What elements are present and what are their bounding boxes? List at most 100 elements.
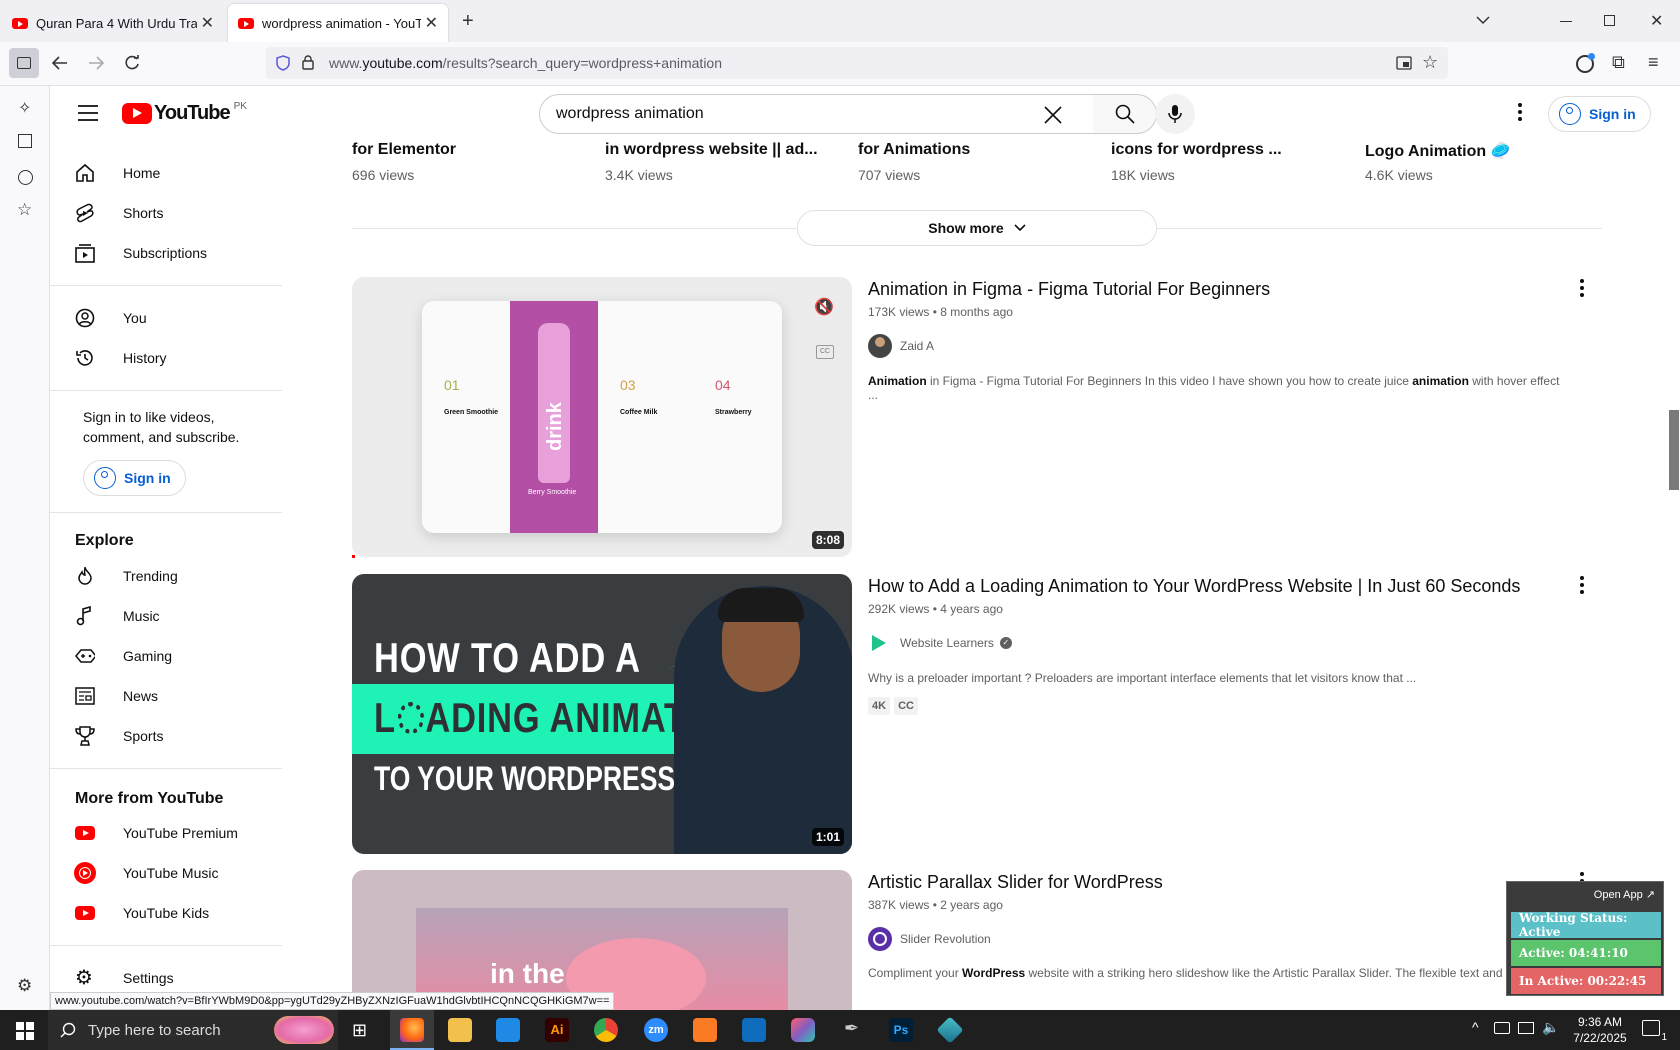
search-input[interactable]: wordpress animation: [539, 94, 1094, 134]
tab-list-chevron-icon[interactable]: [1476, 16, 1490, 25]
short-card-title[interactable]: for Elementor: [352, 141, 456, 159]
ai-chat-icon[interactable]: ✧: [18, 98, 31, 118]
new-tab-icon[interactable]: +: [462, 10, 474, 33]
guide-item-youtube-music[interactable]: YouTube Music: [50, 853, 282, 893]
short-card-title[interactable]: for Animations: [858, 141, 970, 159]
guide-item-trending[interactable]: Trending: [50, 556, 282, 596]
video-description: Animation in Figma - Figma Tutorial For …: [868, 374, 1560, 402]
tray-chevron-up-icon[interactable]: ^: [1472, 1019, 1479, 1035]
photoshop-icon[interactable]: Ps: [889, 1018, 913, 1042]
video-duration: 8:08: [811, 531, 844, 549]
video-options-kebab-icon[interactable]: [1580, 576, 1584, 597]
short-card-title[interactable]: icons for wordpress ...: [1111, 141, 1282, 159]
guide-sign-in-button[interactable]: Sign in: [83, 460, 186, 496]
illustrator-icon[interactable]: Ai: [545, 1018, 569, 1042]
guide-item-home[interactable]: Home: [50, 153, 282, 193]
tracking-shield-icon[interactable]: [276, 55, 290, 71]
photos-icon[interactable]: [791, 1018, 815, 1042]
account-icon[interactable]: [1576, 53, 1595, 73]
voice-search-button[interactable]: [1155, 94, 1195, 134]
page-scrollbar[interactable]: [1666, 86, 1680, 1010]
windows-start-icon[interactable]: [16, 1022, 34, 1040]
taskbar-search-box[interactable]: Type here to search: [48, 1010, 338, 1050]
tray-app-icon[interactable]: [1494, 1022, 1510, 1034]
video-thumbnail[interactable]: HOW TO ADD A L ADING ANIMATION TO YOUR W…: [352, 574, 852, 854]
guide-item-you[interactable]: You: [50, 298, 282, 338]
open-app-link[interactable]: Open App ↗: [1594, 888, 1655, 901]
hamburger-menu-icon[interactable]: [78, 105, 98, 121]
video-thumbnail[interactable]: drink Berry Smoothie 01 Green Smoothie 0…: [352, 277, 852, 557]
working-status-row: Working Status: Active: [1511, 911, 1661, 939]
video-title[interactable]: Artistic Parallax Slider for WordPress: [868, 872, 1163, 893]
lock-icon[interactable]: [302, 55, 314, 70]
tab-close-icon[interactable]: ✕: [201, 13, 214, 33]
captions-icon[interactable]: CC: [816, 345, 834, 359]
guide-item-label: Trending: [123, 568, 178, 584]
synced-tabs-icon[interactable]: [18, 134, 32, 148]
clear-search-icon[interactable]: [1044, 106, 1062, 124]
outlook-icon[interactable]: [742, 1018, 766, 1042]
short-card-title[interactable]: in wordpress website || ad...: [605, 141, 818, 159]
clock-time: 9:36 AM: [1577, 1015, 1623, 1029]
settings-kebab-icon[interactable]: [1518, 103, 1522, 124]
channel-name: Slider Revolution: [900, 932, 991, 946]
verified-check-icon: ✓: [999, 637, 1012, 649]
subscriptions-icon: [75, 244, 95, 263]
channel-link[interactable]: Slider Revolution: [868, 927, 991, 951]
network-icon[interactable]: [1518, 1022, 1534, 1034]
channel-link[interactable]: Zaid A: [868, 334, 934, 358]
scrollbar-thumb[interactable]: [1669, 410, 1679, 490]
taskbar-clock[interactable]: 9:36 AM 7/22/2025: [1564, 1014, 1636, 1046]
url-bar[interactable]: www.youtube.com/results?search_query=wor…: [266, 47, 1448, 79]
tab-close-icon[interactable]: ✕: [425, 13, 438, 33]
maximize-icon[interactable]: [1604, 15, 1615, 26]
header-sign-in-button[interactable]: Sign in: [1548, 96, 1651, 132]
guide-item-youtube-premium[interactable]: YouTube Premium: [50, 813, 282, 853]
guide-item-subscriptions[interactable]: Subscriptions: [50, 233, 282, 273]
picture-in-picture-icon[interactable]: [1396, 56, 1412, 70]
minimize-icon[interactable]: [1560, 21, 1572, 22]
video-title[interactable]: How to Add a Loading Animation to Your W…: [868, 576, 1520, 597]
search-button[interactable]: [1093, 94, 1157, 134]
video-title[interactable]: Animation in Figma - Figma Tutorial For …: [868, 279, 1270, 300]
taskbar-firefox[interactable]: [390, 1010, 434, 1050]
bookmark-star-icon[interactable]: ☆: [1422, 52, 1438, 73]
task-view-icon[interactable]: ⊞: [352, 1020, 367, 1041]
guide-item-youtube-kids[interactable]: YouTube Kids: [50, 893, 282, 933]
show-more-button[interactable]: Show more: [797, 210, 1157, 246]
guide-item-music[interactable]: Music: [50, 596, 282, 636]
short-card-title[interactable]: Logo Animation 🥏: [1365, 141, 1511, 161]
guide-item-gaming[interactable]: Gaming: [50, 636, 282, 676]
forward-icon[interactable]: [88, 56, 104, 70]
back-icon[interactable]: [52, 56, 68, 70]
volume-icon[interactable]: 🔈: [1542, 1019, 1559, 1036]
mute-icon[interactable]: 🔇: [814, 297, 834, 317]
video-options-kebab-icon[interactable]: [1580, 279, 1584, 300]
browser-tab[interactable]: Quran Para 4 With Urdu Translat ✕: [2, 4, 224, 42]
guide-item-sports[interactable]: Sports: [50, 716, 282, 756]
zoom-icon[interactable]: zm: [644, 1018, 668, 1042]
pen-tool-icon[interactable]: ✒: [844, 1018, 859, 1039]
reload-icon[interactable]: [124, 55, 140, 71]
vscode-icon[interactable]: [496, 1018, 520, 1042]
close-window-icon[interactable]: ✕: [1650, 11, 1663, 31]
app-diamond-icon[interactable]: [936, 1016, 964, 1044]
guide-item-shorts[interactable]: Shorts: [50, 193, 282, 233]
guide-item-label: Sports: [123, 728, 164, 744]
channel-link[interactable]: Website Learners ✓: [868, 631, 1012, 655]
sidebar-toggle-icon[interactable]: [9, 48, 39, 78]
bookmarks-icon[interactable]: ☆: [17, 200, 32, 220]
xampp-icon[interactable]: [693, 1018, 717, 1042]
notifications-icon[interactable]: 1: [1642, 1020, 1667, 1043]
youtube-logo[interactable]: YouTube PK: [122, 101, 247, 125]
guide-item-history[interactable]: History: [50, 338, 282, 378]
guide-item-news[interactable]: News: [50, 676, 282, 716]
menu-icon[interactable]: ≡: [1648, 52, 1659, 73]
history-clock-icon[interactable]: [18, 170, 33, 185]
video-thumbnail[interactable]: in the: [352, 870, 852, 1010]
chrome-icon[interactable]: [594, 1018, 618, 1042]
extensions-icon[interactable]: ⧉: [1612, 52, 1625, 73]
sidebar-settings-icon[interactable]: ⚙: [17, 976, 32, 996]
browser-tab-active[interactable]: wordpress animation - YouTube ✕: [228, 4, 448, 42]
file-explorer-icon[interactable]: [448, 1018, 472, 1042]
